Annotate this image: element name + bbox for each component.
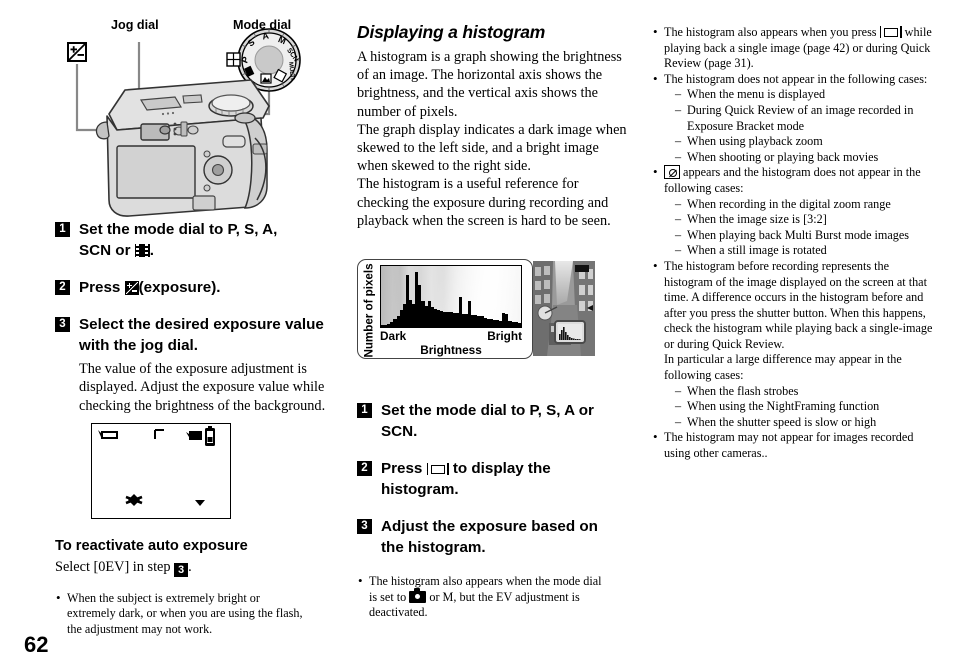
step-text-line1: Set the mode dial to P, S, A,	[79, 221, 278, 238]
sub-item: When a still image is rotated	[675, 243, 940, 259]
step-text-lead: Press	[79, 279, 125, 296]
middle-column-steps: 1 Set the mode dial to P, S, A or SCN. 2…	[357, 400, 627, 621]
sub-item: When recording in the digital zoom range	[675, 197, 940, 213]
step-number-badge: 1	[357, 403, 372, 418]
histogram-x-tick-labels: Dark Bright	[380, 329, 522, 343]
step-text: Press (exposure).	[79, 277, 220, 298]
histogram-tick-dark: Dark	[380, 329, 407, 343]
histogram-y-axis-label: Number of pixels	[362, 262, 376, 358]
still-camera-icon	[409, 588, 427, 603]
histogram-paragraph-3: The histogram is a useful reference for …	[357, 176, 611, 229]
note-sub-list: When the menu is displayed During Quick …	[664, 87, 940, 165]
middle-column: Displaying a histogram A histogram is a …	[357, 22, 627, 230]
step-text: Select the desired exposure value with t…	[79, 316, 324, 354]
histogram-x-axis-label: Brightness	[420, 343, 482, 357]
sub-item: During Quick Review of an image recorded…	[675, 103, 940, 134]
histogram-figure: Number of pixels Dark Bright Brightness	[357, 259, 597, 359]
display-button-icon	[426, 462, 449, 476]
step-text-lead: Press	[381, 460, 427, 477]
histogram-tick-bright: Bright	[487, 329, 522, 343]
step-description: The value of the exposure adjustment is …	[79, 361, 326, 414]
reactivate-heading: To reactivate auto exposure	[55, 537, 248, 554]
step-number-badge: 3	[55, 317, 70, 332]
mid-step-2: 2 Press to display the histogram.	[357, 458, 627, 500]
camera-diagram-svg: P S A M SCN MULTI	[67, 28, 301, 217]
page-number: 62	[24, 632, 49, 657]
step-text-tail: (exposure).	[138, 279, 221, 296]
note-item-4: The histogram before recording represent…	[652, 258, 940, 431]
sub-item: When using playback zoom	[675, 134, 940, 150]
step-number-badge: 2	[55, 280, 70, 295]
display-button-icon	[879, 25, 902, 39]
note-item-2: The histogram does not appear in the fol…	[652, 71, 940, 166]
reactivate-text: Select [0EV] in step 3.	[55, 558, 340, 577]
sub-item: When shooting or playing back movies	[675, 150, 940, 166]
note-item-1: The histogram also appears when you pres…	[652, 24, 940, 72]
camera-body	[95, 79, 270, 217]
sub-item: When the flash strobes	[675, 384, 940, 400]
note-sub-list: When recording in the digital zoom range…	[664, 197, 940, 259]
step-number-badge: 2	[357, 461, 372, 476]
histogram-bars	[381, 266, 521, 327]
histogram-card: Number of pixels Dark Bright Brightness	[357, 259, 533, 359]
reactivate-text-tail: .	[188, 558, 192, 575]
right-notes-list: The histogram also appears when you pres…	[652, 24, 940, 462]
left-step-2: 2 Press (exposure).	[55, 277, 340, 298]
mid-step-3: 3 Adjust the exposure based on the histo…	[357, 516, 627, 558]
note-text-tail: appears and the histogram does not appea…	[664, 165, 921, 195]
histogram-bar	[517, 323, 521, 327]
step-number-badge: 3	[357, 519, 372, 534]
note-item-5: The histogram may not appear for images …	[652, 429, 940, 461]
left-step-3: 3 Select the desired exposure value with…	[55, 314, 340, 415]
note-text: The histogram may not appear for images …	[664, 430, 914, 461]
camera-illustration: Jog dial Mode dial P S A M SCN MULTI	[55, 18, 345, 218]
sub-item: When playing back Multi Burst mode image…	[675, 228, 940, 244]
step-text: Adjust the exposure based on the histogr…	[381, 518, 598, 556]
note-text-secondary: In particular a large difference may app…	[664, 352, 902, 383]
step-text: Set the mode dial to P, S, A or SCN.	[381, 402, 594, 440]
left-step-1: 1 Set the mode dial to P, S, A, SCN or .	[55, 219, 340, 261]
histogram-paragraph-2: The graph display indicates a dark image…	[357, 121, 627, 175]
sub-item: When the image size is [3:2]	[675, 212, 940, 228]
inline-step-badge: 3	[174, 562, 189, 577]
no-histogram-icon	[664, 165, 680, 180]
step-text-line2: SCN or	[79, 242, 135, 259]
mid-step-1: 1 Set the mode dial to P, S, A or SCN.	[357, 400, 627, 442]
note-item: The histogram also appears when the mode…	[357, 573, 609, 621]
step-number-badge: 1	[55, 222, 70, 237]
left-notes-list: When the subject is extremely bright or …	[55, 590, 307, 638]
note-item: When the subject is extremely bright or …	[55, 590, 307, 638]
note-text-lead: The histogram also appears when you pres…	[664, 25, 880, 39]
mode-dial-label: Mode dial	[233, 18, 292, 32]
right-column: The histogram also appears when you pres…	[652, 24, 940, 462]
sub-item: When the shutter speed is slow or high	[675, 415, 940, 431]
note-item-3: appears and the histogram does not appea…	[652, 164, 940, 259]
step-text-tail: .	[149, 242, 154, 259]
sample-photo-thumbnail	[533, 261, 595, 356]
sub-item: When the menu is displayed	[675, 87, 940, 103]
lcd-screen-illustration	[91, 422, 231, 519]
note-text: The histogram before recording represent…	[664, 258, 933, 351]
reactivate-text-lead: Select [0EV] in step	[55, 558, 175, 575]
note-text: The histogram does not appear in the fol…	[664, 71, 928, 86]
note-text: When the subject is extremely bright or …	[67, 590, 303, 637]
movie-mode-icon	[134, 244, 150, 257]
histogram-plot	[380, 265, 522, 328]
step-text: Press to display the histogram.	[381, 458, 606, 500]
section-heading: Displaying a histogram	[357, 22, 546, 42]
mid-notes-list: The histogram also appears when the mode…	[357, 573, 609, 621]
step-text: Set the mode dial to P, S, A, SCN or .	[79, 219, 277, 261]
manual-page: Jog dial Mode dial P S A M SCN MULTI 1 S…	[0, 0, 954, 672]
exposure-icon	[124, 281, 139, 295]
note-sub-list: When the flash strobes When using the Ni…	[664, 384, 940, 431]
jog-dial-label: Jog dial	[111, 18, 159, 32]
histogram-paragraph-1: A histogram is a graph showing the brigh…	[357, 49, 622, 120]
sub-item: When using the NightFraming function	[675, 399, 940, 415]
